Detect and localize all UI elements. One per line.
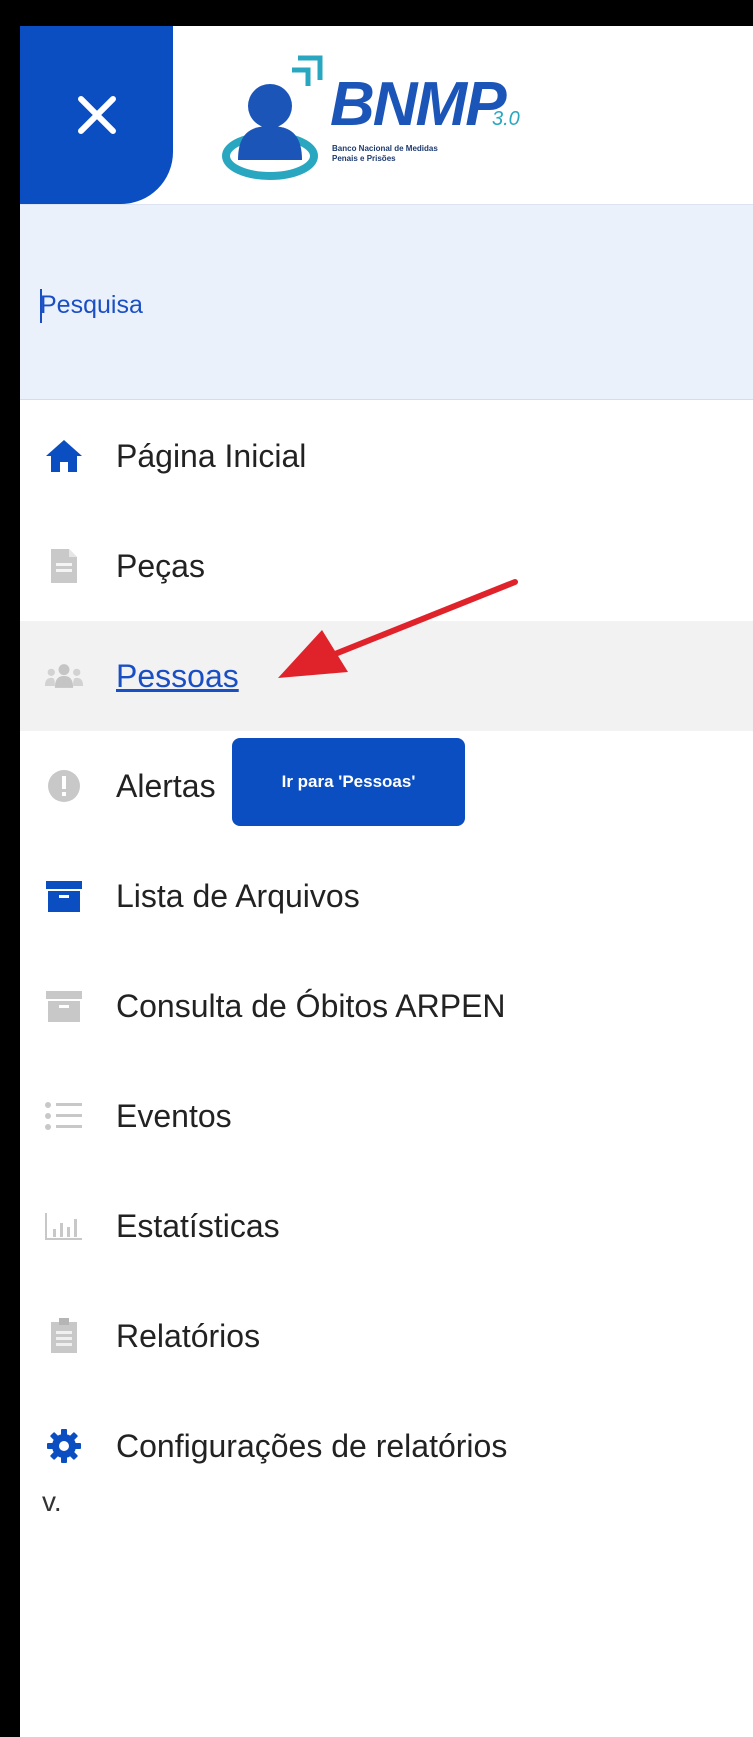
annotation-arrow-icon <box>278 579 518 678</box>
sidebar-item-configuracoes-relatorios[interactable]: Configurações de relatórios <box>20 1391 753 1501</box>
close-menu-button[interactable] <box>20 26 173 204</box>
sidebar-item-relatorios[interactable]: Relatórios <box>20 1281 753 1391</box>
users-icon <box>44 656 84 696</box>
sidebar-item-label[interactable]: Pessoas <box>116 658 239 695</box>
bnmp-logo: BNMP 3.0 Banco Nacional de Medidas Penai… <box>220 48 560 188</box>
logo-subtitle-line1: Banco Nacional de Medidas <box>332 144 438 153</box>
search-input[interactable] <box>40 285 720 325</box>
logo-person-icon <box>222 55 323 180</box>
sidebar-item-label: Página Inicial <box>116 437 307 474</box>
list-icon <box>44 1096 84 1136</box>
gear-icon <box>44 1426 84 1466</box>
sidebar-item-pagina-inicial[interactable]: Página Inicial <box>20 401 753 511</box>
sidebar-item-label: Lista de Arquivos <box>116 877 360 914</box>
tooltip-pessoas: Ir para 'Pessoas' <box>232 738 465 826</box>
sidebar-item-label: Consulta de Óbitos ARPEN <box>116 987 506 1024</box>
archive-icon <box>44 876 84 916</box>
sidebar-menu: Página Inicial Peças Pessoas Alertas Lis… <box>20 401 753 1501</box>
sidebar-item-eventos[interactable]: Eventos <box>20 1061 753 1171</box>
logo-subtitle: Banco Nacional de Medidas Penais e Prisõ… <box>332 144 502 164</box>
sidebar-item-lista-de-arquivos[interactable]: Lista de Arquivos <box>20 841 753 951</box>
clipboard-icon <box>44 1316 84 1356</box>
sidebar-item-label: Alertas <box>116 767 216 804</box>
chart-icon <box>44 1206 84 1246</box>
sidebar-item-label: Peças <box>116 547 205 584</box>
close-icon <box>77 96 116 134</box>
sidebar-item-estatisticas[interactable]: Estatísticas <box>20 1171 753 1281</box>
sidebar-item-label: Relatórios <box>116 1317 261 1354</box>
sidebar-item-label: Eventos <box>116 1097 232 1134</box>
sidebar-item-consulta-obitos[interactable]: Consulta de Óbitos ARPEN <box>20 951 753 1061</box>
app-frame: BNMP 3.0 Banco Nacional de Medidas Penai… <box>20 26 753 1737</box>
archive-icon <box>44 986 84 1026</box>
top-bar: BNMP 3.0 Banco Nacional de Medidas Penai… <box>20 26 753 204</box>
logo-subtitle-line2: Penais e Prisões <box>332 154 396 163</box>
sidebar-item-label: Configurações de relatórios <box>116 1427 508 1464</box>
sidebar-item-label: Estatísticas <box>116 1207 280 1244</box>
search-bar <box>20 204 753 400</box>
document-icon <box>44 546 84 586</box>
version-label: v. <box>42 1486 62 1517</box>
alert-icon <box>44 766 84 806</box>
home-icon <box>44 436 84 476</box>
logo-version: 3.0 <box>492 108 520 130</box>
logo-title: BNMP <box>330 70 507 139</box>
